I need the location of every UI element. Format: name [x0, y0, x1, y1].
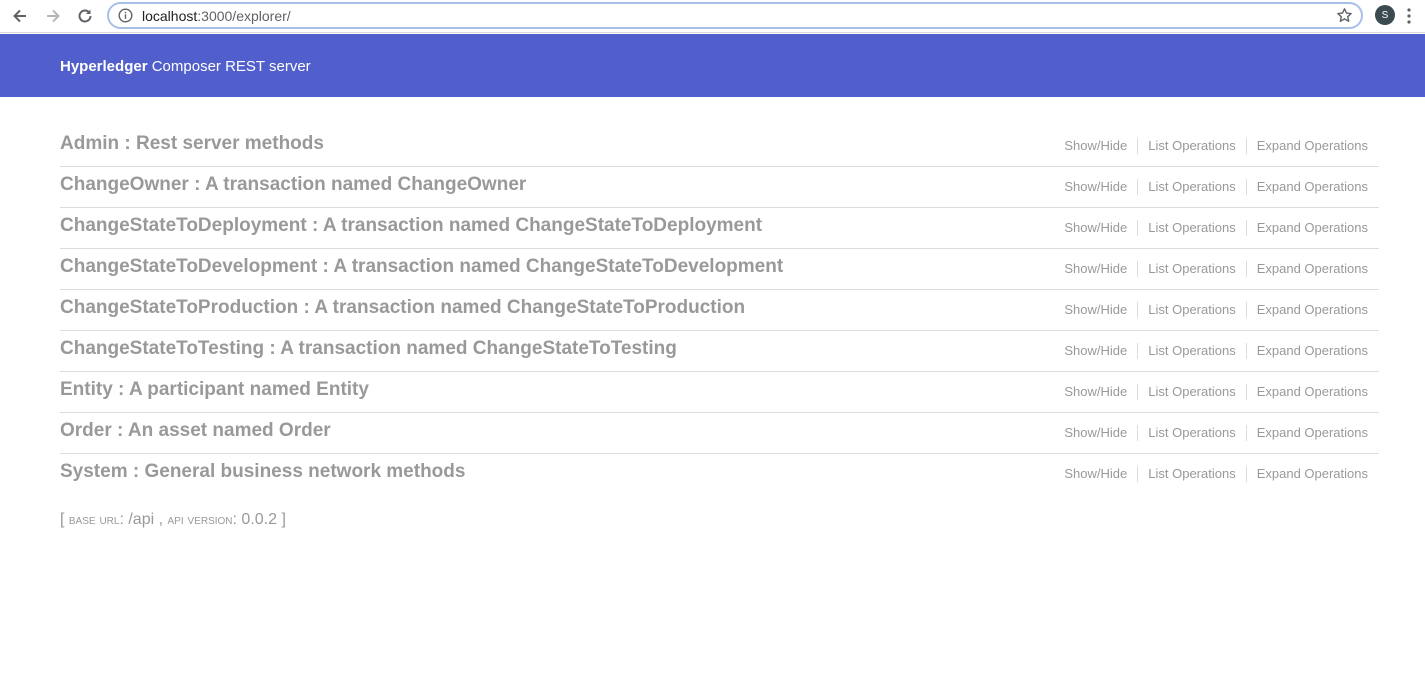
expand-operations-link[interactable]: Expand Operations	[1245, 261, 1368, 277]
base-url-label: base url	[68, 511, 120, 527]
list-operations-link[interactable]: List Operations	[1137, 179, 1245, 195]
list-operations-link[interactable]: List Operations	[1137, 261, 1245, 277]
api-version-label: api version	[167, 511, 233, 527]
resource-title[interactable]: System : General business network method…	[60, 461, 465, 483]
resource-operations: Show/Hide List Operations Expand Operation…	[1064, 466, 1368, 482]
profile-avatar[interactable]: S	[1375, 5, 1395, 25]
show-hide-link[interactable]: Show/Hide	[1064, 220, 1137, 236]
kebab-menu-icon[interactable]	[1406, 7, 1412, 25]
resource-row: System : General business network method…	[60, 454, 1379, 494]
url-host: localhost	[142, 8, 198, 24]
list-operations-link[interactable]: List Operations	[1137, 384, 1245, 400]
resource-title[interactable]: ChangeStateToTesting : A transaction nam…	[60, 338, 677, 360]
expand-operations-link[interactable]: Expand Operations	[1245, 343, 1368, 359]
app-title-rest: Composer REST server	[147, 58, 311, 75]
resource-operations: Show/Hide List Operations Expand Operation…	[1064, 302, 1368, 318]
resource-list: Admin : Rest server methods Show/Hide List…	[60, 126, 1379, 494]
resource-title[interactable]: Entity : A participant named Entity	[60, 379, 369, 401]
api-version-value: : 0.0.2 ]	[232, 511, 286, 528]
brand-name: Hyperledger	[60, 58, 148, 75]
expand-operations-link[interactable]: Expand Operations	[1245, 179, 1368, 195]
avatar-letter: S	[1381, 9, 1389, 21]
resource-title[interactable]: Order : An asset named Order	[60, 420, 331, 442]
resource-title[interactable]: ChangeOwner : A transaction named Change…	[60, 174, 526, 196]
resource-row: ChangeStateToTesting : A transaction nam…	[60, 331, 1379, 372]
resource-row: ChangeStateToDeployment : A transaction …	[60, 208, 1379, 249]
list-operations-link[interactable]: List Operations	[1137, 138, 1245, 154]
address-bar[interactable]: localhost:3000/explorer/	[107, 2, 1363, 29]
show-hide-link[interactable]: Show/Hide	[1064, 466, 1137, 482]
list-operations-link[interactable]: List Operations	[1137, 343, 1245, 359]
show-hide-link[interactable]: Show/Hide	[1064, 425, 1137, 441]
app-header: Hyperledger Composer REST server	[0, 34, 1425, 97]
url-text[interactable]: localhost:3000/explorer/	[142, 8, 291, 24]
expand-operations-link[interactable]: Expand Operations	[1245, 220, 1368, 236]
resource-operations: Show/Hide List Operations Expand Operation…	[1064, 220, 1368, 236]
resource-row: Order : An asset named Order Show/Hide Lis…	[60, 413, 1379, 454]
resource-row: Admin : Rest server methods Show/Hide List…	[60, 126, 1379, 167]
show-hide-link[interactable]: Show/Hide	[1064, 343, 1137, 359]
api-info: [ base url: /api , api version: 0.0.2 ]	[60, 511, 286, 529]
list-operations-link[interactable]: List Operations	[1137, 425, 1245, 441]
list-operations-link[interactable]: List Operations	[1137, 302, 1245, 318]
list-operations-link[interactable]: List Operations	[1137, 466, 1245, 482]
show-hide-link[interactable]: Show/Hide	[1064, 261, 1137, 277]
expand-operations-link[interactable]: Expand Operations	[1245, 466, 1368, 482]
resource-operations: Show/Hide List Operations Expand Operation…	[1064, 179, 1368, 195]
resource-operations: Show/Hide List Operations Expand Operation…	[1064, 343, 1368, 359]
back-arrow-icon[interactable]	[11, 7, 29, 25]
resource-title[interactable]: ChangeStateToDeployment : A transaction …	[60, 215, 762, 237]
base-url-value: : /api ,	[119, 511, 168, 528]
resource-title[interactable]: Admin : Rest server methods	[60, 133, 324, 155]
resource-operations: Show/Hide List Operations Expand Operation…	[1064, 425, 1368, 441]
url-path: :3000/explorer/	[197, 8, 291, 24]
list-operations-link[interactable]: List Operations	[1137, 220, 1245, 236]
expand-operations-link[interactable]: Expand Operations	[1245, 138, 1368, 154]
reload-icon[interactable]	[76, 7, 94, 25]
show-hide-link[interactable]: Show/Hide	[1064, 138, 1137, 154]
expand-operations-link[interactable]: Expand Operations	[1245, 384, 1368, 400]
show-hide-link[interactable]: Show/Hide	[1064, 384, 1137, 400]
expand-operations-link[interactable]: Expand Operations	[1245, 425, 1368, 441]
info-icon[interactable]	[118, 8, 133, 23]
app-title[interactable]: Hyperledger Composer REST server	[60, 58, 311, 75]
bookmark-star-icon[interactable]	[1336, 7, 1353, 24]
resource-row: ChangeStateToProduction : A transaction …	[60, 290, 1379, 331]
resource-operations: Show/Hide List Operations Expand Operation…	[1064, 261, 1368, 277]
resource-operations: Show/Hide List Operations Expand Operation…	[1064, 384, 1368, 400]
resource-title[interactable]: ChangeStateToDevelopment : A transaction…	[60, 256, 783, 278]
expand-operations-link[interactable]: Expand Operations	[1245, 302, 1368, 318]
resource-title[interactable]: ChangeStateToProduction : A transaction …	[60, 297, 745, 319]
resource-row: ChangeStateToDevelopment : A transaction…	[60, 249, 1379, 290]
resource-operations: Show/Hide List Operations Expand Operation…	[1064, 138, 1368, 154]
show-hide-link[interactable]: Show/Hide	[1064, 179, 1137, 195]
footer-bracket-open: [	[60, 511, 69, 528]
forward-arrow-icon[interactable]	[44, 7, 62, 25]
resource-row: Entity : A participant named Entity Show/…	[60, 372, 1379, 413]
browser-toolbar: localhost:3000/explorer/ S	[0, 0, 1425, 33]
show-hide-link[interactable]: Show/Hide	[1064, 302, 1137, 318]
resource-row: ChangeOwner : A transaction named Change…	[60, 167, 1379, 208]
